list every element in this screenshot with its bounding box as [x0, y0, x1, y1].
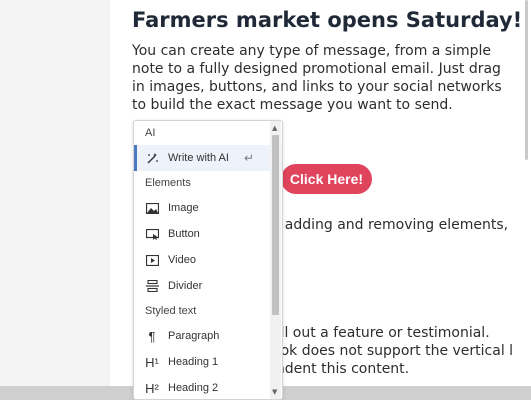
email-title[interactable]: Farmers market opens Saturday! — [132, 8, 522, 32]
insert-block-menu: AI Write with AI ↵ Elements Image Button… — [133, 120, 283, 400]
menu-item-label: Button — [168, 228, 200, 240]
paragraph-icon: ¶ — [148, 328, 156, 344]
scroll-down-arrow-icon[interactable]: ▼ — [272, 388, 277, 396]
menu-item-paragraph[interactable]: ¶ Paragraph — [134, 323, 282, 349]
cta-button[interactable]: Click Here! — [281, 164, 372, 194]
return-key-icon: ↵ — [243, 151, 254, 165]
page-scrollbar-thumb[interactable] — [525, 0, 528, 160]
menu-section-ai: AI — [145, 127, 156, 139]
email-paragraph-partial[interactable]: y adding and removing elements, — [272, 216, 517, 234]
image-icon — [145, 201, 159, 215]
email-paragraph-partial[interactable]: all out a feature or testimonial. ook do… — [272, 324, 517, 378]
left-panel — [0, 0, 110, 400]
menu-item-image[interactable]: Image — [134, 195, 282, 221]
video-icon — [145, 253, 159, 267]
menu-item-heading-2[interactable]: H² Heading 2 — [134, 375, 282, 399]
menu-item-divider[interactable]: Divider — [134, 273, 282, 299]
menu-item-label: Video — [168, 254, 196, 266]
menu-scrollbar-thumb[interactable] — [272, 135, 279, 315]
divider-icon — [145, 279, 159, 293]
menu-item-label: Heading 1 — [168, 356, 219, 368]
button-icon — [145, 227, 159, 241]
menu-section-elements: Elements — [145, 177, 191, 189]
email-paragraph[interactable]: You can create any type of message, from… — [132, 42, 517, 114]
menu-item-label: Write with AI — [168, 152, 229, 164]
menu-item-write-with-ai[interactable]: Write with AI ↵ — [134, 145, 282, 171]
menu-item-label: Image — [168, 202, 199, 214]
menu-item-button[interactable]: Button — [134, 221, 282, 247]
menu-scrollbar[interactable]: ▲ ▼ — [270, 121, 281, 399]
menu-item-label: Paragraph — [168, 330, 220, 342]
menu-item-heading-1[interactable]: H¹ Heading 1 — [134, 349, 282, 375]
menu-item-video[interactable]: Video — [134, 247, 282, 273]
magic-wand-icon — [145, 151, 159, 165]
heading-1-icon: H¹ — [145, 354, 159, 370]
scroll-up-arrow-icon[interactable]: ▲ — [272, 124, 277, 132]
menu-item-label: Heading 2 — [168, 382, 219, 394]
heading-2-icon: H² — [145, 380, 159, 396]
menu-section-styled-text: Styled text — [145, 305, 197, 317]
menu-item-label: Divider — [168, 280, 203, 292]
